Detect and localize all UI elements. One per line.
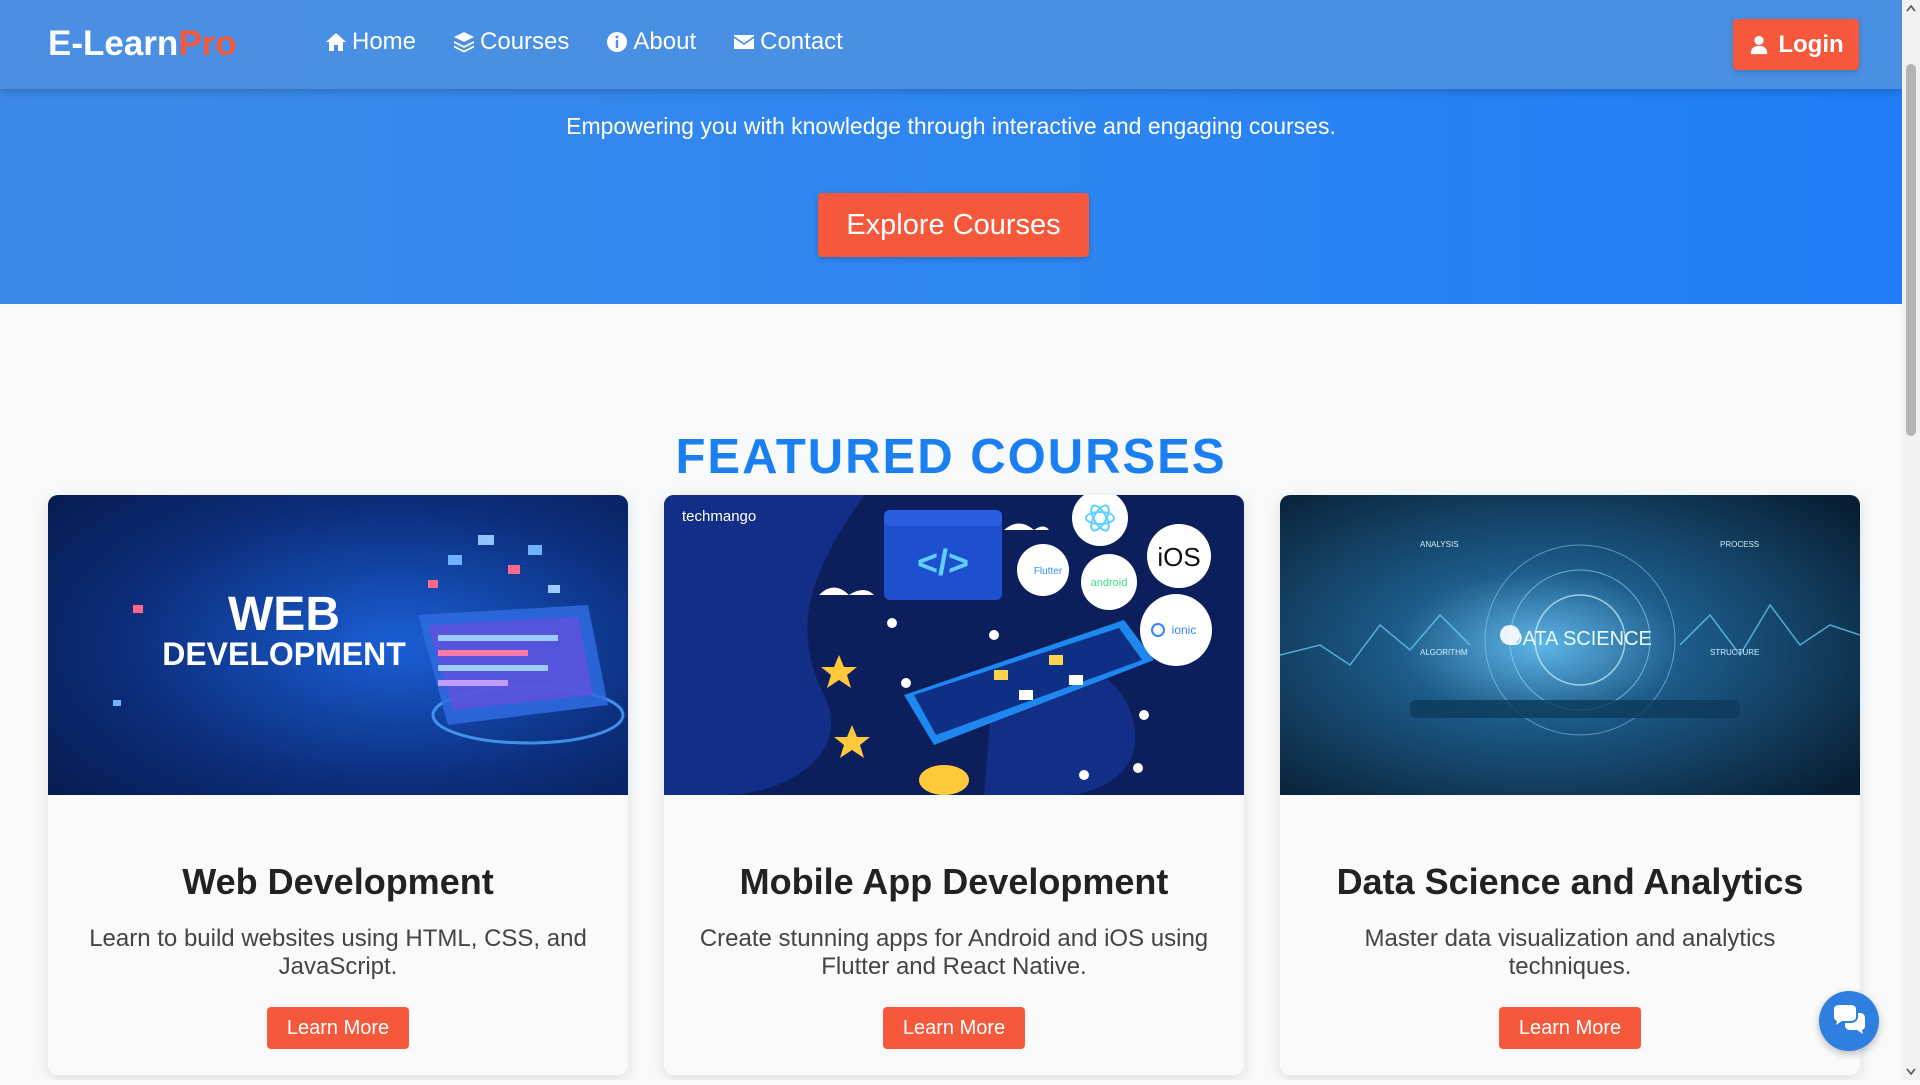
learn-more-button[interactable]: Learn More xyxy=(883,1007,1025,1049)
data-science-image-text: DATA SCIENCE xyxy=(1508,628,1652,650)
brand-logo[interactable]: E-LearnPro xyxy=(48,24,237,64)
label-algorithm: ALGORITHM xyxy=(1420,648,1468,657)
chat-widget-button[interactable] xyxy=(1819,991,1879,1051)
label-process: PROCESS xyxy=(1720,540,1759,549)
web-image-text-2: DEVELOPMENT xyxy=(162,636,406,672)
scroll-down-arrow[interactable] xyxy=(1902,1063,1920,1080)
course-description: Master data visualization and analytics … xyxy=(1364,925,1776,980)
label-analysis: ANALYSIS xyxy=(1420,540,1459,549)
nav-home[interactable]: Home xyxy=(324,28,416,56)
course-card-web-development: WEB DEVELOPMENT Web Development Learn to… xyxy=(48,495,628,1075)
nav-contact-label: Contact xyxy=(760,28,843,55)
nav-contact[interactable]: Contact xyxy=(732,28,843,56)
navbar: E-LearnPro Home Courses About Contact Lo… xyxy=(0,0,1902,89)
label-structure: STRUCTURE xyxy=(1710,648,1759,657)
nav-links: Home Courses About Contact xyxy=(324,28,843,56)
nav-about-label: About xyxy=(633,28,697,55)
nav-about[interactable]: About xyxy=(605,28,696,56)
learn-more-button[interactable]: Learn More xyxy=(267,1007,409,1049)
course-description: Learn to build websites using HTML, CSS,… xyxy=(89,925,587,980)
info-icon xyxy=(607,32,628,52)
user-icon xyxy=(1751,35,1768,54)
nav-home-label: Home xyxy=(352,28,417,55)
course-card-data-science: DATA SCIENCE ANALYSIS PROCESS ALGORITHM … xyxy=(1280,495,1860,1075)
nav-courses[interactable]: Courses xyxy=(452,28,569,56)
course-description: Create stunning apps for Android and iOS… xyxy=(699,925,1209,980)
home-icon xyxy=(326,33,346,51)
course-title: Web Development xyxy=(182,861,494,902)
login-label: Login xyxy=(1778,30,1844,58)
web-development-image: WEB DEVELOPMENT xyxy=(48,495,628,795)
data-science-image: DATA SCIENCE ANALYSIS PROCESS ALGORITHM … xyxy=(1280,495,1860,795)
brand-main: E-Learn xyxy=(48,24,179,63)
learn-more-button[interactable]: Learn More xyxy=(1499,1007,1641,1049)
scroll-up-arrow[interactable] xyxy=(1902,0,1920,17)
techmango-logo: techmango xyxy=(682,508,756,525)
badge-ios: iOS xyxy=(1157,542,1200,572)
badge-android: android xyxy=(1091,577,1128,589)
mobile-app-image: </> iOS Flutter android ionic techmango xyxy=(664,495,1244,795)
scrollbar-thumb[interactable] xyxy=(1906,64,1916,436)
course-card-mobile-app-development: </> iOS Flutter android ionic techmango … xyxy=(664,495,1244,1075)
badge-ionic: ionic xyxy=(1172,623,1197,637)
envelope-icon xyxy=(734,35,755,49)
featured-courses-title: FEATURED COURSES xyxy=(675,429,1227,484)
hero-subtitle: Empowering you with knowledge through in… xyxy=(566,113,1336,139)
login-button[interactable]: Login xyxy=(1733,19,1859,70)
mobile-app-illustration: </> iOS Flutter android ionic techmango xyxy=(664,495,1244,795)
layers-icon xyxy=(454,32,475,53)
page: Empowering you with knowledge through in… xyxy=(0,0,1902,1080)
nav-courses-label: Courses xyxy=(480,28,570,55)
course-title: Mobile App Development xyxy=(739,861,1169,902)
data-science-illustration: DATA SCIENCE ANALYSIS PROCESS ALGORITHM … xyxy=(1280,495,1860,795)
web-image-text-1: WEB xyxy=(228,588,340,641)
chat-bubbles-icon xyxy=(1834,1005,1865,1034)
course-title: Data Science and Analytics xyxy=(1336,861,1804,902)
web-development-illustration: WEB DEVELOPMENT xyxy=(48,495,628,795)
explore-courses-button[interactable]: Explore Courses xyxy=(818,193,1089,257)
page-scrollbar[interactable] xyxy=(1902,0,1920,1080)
badge-flutter: Flutter xyxy=(1034,566,1063,577)
brand-accent: Pro xyxy=(178,24,237,63)
mobile-image-code: </> xyxy=(917,542,969,583)
